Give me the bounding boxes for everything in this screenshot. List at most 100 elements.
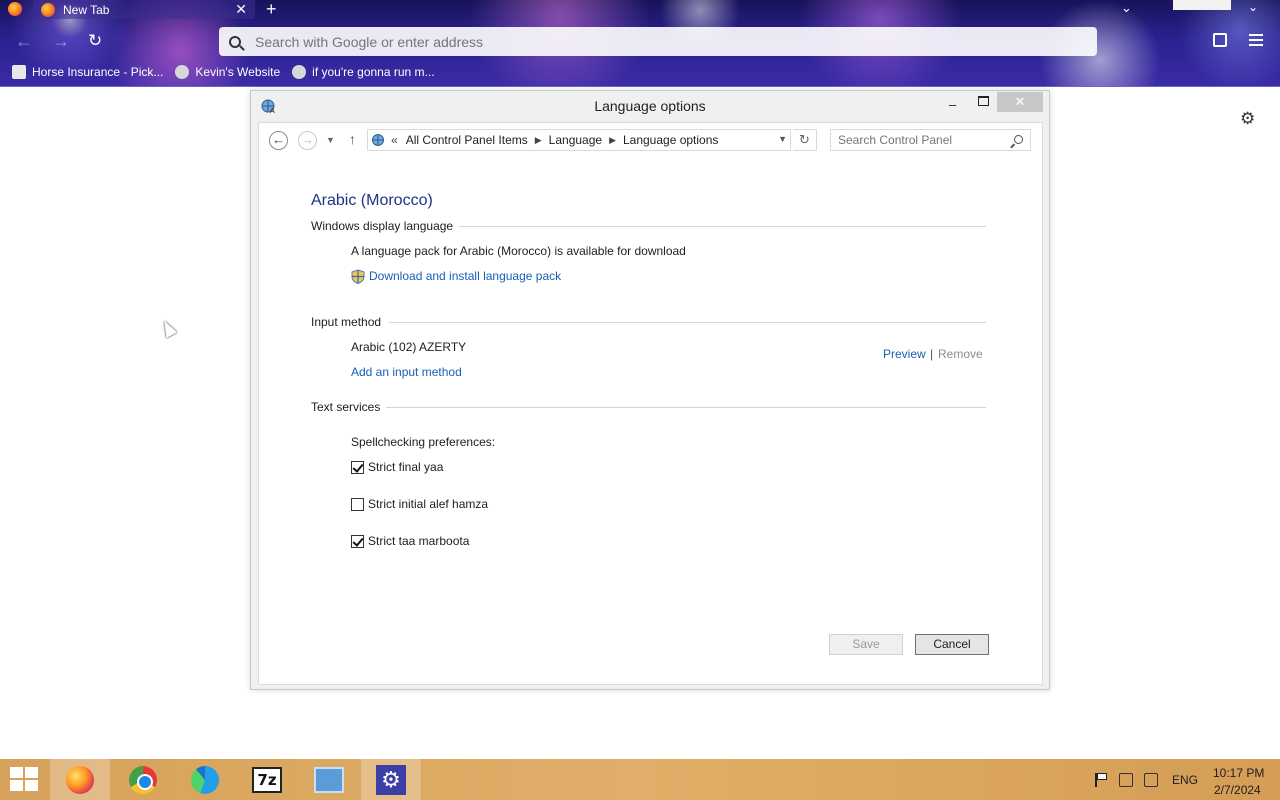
window-title: Language options <box>594 98 706 114</box>
section-divider <box>389 322 986 323</box>
close-tab-icon[interactable]: ✕ <box>235 1 247 18</box>
section-divider <box>459 226 986 227</box>
maximize-button[interactable] <box>978 96 989 106</box>
search-control-panel[interactable] <box>830 129 1031 151</box>
breadcrumb-separator-icon[interactable]: ▶ <box>609 135 616 146</box>
language-pack-message: A language pack for Arabic (Morocco) is … <box>351 244 686 258</box>
mouse-cursor-icon <box>158 318 178 338</box>
checkbox-box[interactable] <box>351 497 364 511</box>
browser-toolbar: New Tab ✕ + ⌄ ⌄ ← → ↻ Horse Insurance - … <box>0 0 1280 87</box>
checkbox-box[interactable] <box>351 460 364 474</box>
input-language-indicator[interactable]: ENG <box>1172 773 1198 787</box>
explorer-nav-row: ← → ▼ ↑ « All Control Panel Items ▶ Lang… <box>259 123 1042 155</box>
section-label-input-method: Input method <box>311 315 388 329</box>
breadcrumb-all-control-panel-items[interactable]: All Control Panel Items <box>406 133 528 147</box>
search-control-panel-input[interactable] <box>838 133 1008 147</box>
clock-date[interactable]: 2/7/2024 <box>1214 783 1261 797</box>
save-button[interactable]: Save <box>829 634 903 655</box>
extensions-icon[interactable] <box>1213 33 1227 47</box>
firefox-logo-icon[interactable] <box>8 2 22 16</box>
up-arrow-icon[interactable]: ↑ <box>349 131 356 147</box>
breadcrumb-language[interactable]: Language <box>549 133 602 147</box>
bookmark-favicon-icon <box>12 65 26 79</box>
link-separator: | <box>930 347 934 361</box>
chrome-icon <box>129 765 157 794</box>
checkbox-strict-taa-marboota[interactable]: Strict taa marboota <box>351 534 469 548</box>
network-icon[interactable] <box>1119 773 1133 787</box>
gear-icon[interactable]: ⚙ <box>1240 109 1255 129</box>
search-icon[interactable] <box>1014 135 1023 144</box>
bookmark-item[interactable]: Horse Insurance - Pick... <box>12 65 163 79</box>
new-tab-button[interactable]: + <box>266 0 277 20</box>
back-arrow-icon[interactable]: ← <box>15 31 33 52</box>
address-bar[interactable]: « All Control Panel Items ▶ Language ▶ L… <box>367 129 791 151</box>
gear-icon: ⚙ <box>376 764 406 795</box>
checkbox-label: Strict initial alef hamza <box>368 497 489 511</box>
checkbox-label: Strict taa marboota <box>368 534 470 548</box>
bookmark-label: if you're gonna run m... <box>312 65 435 79</box>
address-dropdown-chevron-icon[interactable]: ▼ <box>778 134 787 144</box>
globe-icon <box>175 65 190 79</box>
taskbar-chrome[interactable] <box>113 759 173 800</box>
control-panel-icon <box>314 766 344 793</box>
minimize-button[interactable]: – <box>949 97 956 112</box>
uac-shield-icon <box>351 269 365 284</box>
firefox-icon <box>66 765 94 794</box>
taskbar: 7z ⚙ ENG 10:17 PM 2/7/2024 <box>0 759 1280 800</box>
add-input-method-link[interactable]: Add an input method <box>351 365 462 379</box>
cancel-button[interactable]: Cancel <box>915 634 989 655</box>
download-language-pack-link[interactable]: Download and install language pack <box>369 269 561 283</box>
url-bar[interactable] <box>219 27 1097 56</box>
recent-locations-chevron-icon[interactable]: ▼ <box>326 135 335 145</box>
preview-link[interactable]: Preview <box>883 347 926 361</box>
close-window-button[interactable]: ✕ <box>997 92 1043 112</box>
checkbox-strict-initial-alef-hamza[interactable]: Strict initial alef hamza <box>351 497 488 511</box>
bookmark-label: Horse Insurance - Pick... <box>32 65 164 79</box>
taskbar-edge[interactable] <box>175 759 235 800</box>
firefox-favicon-icon <box>41 2 55 17</box>
spellcheck-label: Spellchecking preferences: <box>351 435 496 449</box>
browser-restore-button[interactable] <box>1173 0 1231 10</box>
forward-button[interactable]: → <box>298 131 317 150</box>
breadcrumb-language-options[interactable]: Language options <box>623 133 718 147</box>
tab-strip: New Tab ✕ + ⌄ ⌄ <box>0 0 1280 20</box>
checkbox-strict-final-yaa[interactable]: Strict final yaa <box>351 460 443 474</box>
refresh-icon[interactable]: ↻ <box>793 129 817 151</box>
clock-time[interactable]: 10:17 PM <box>1213 766 1264 780</box>
language-heading: Arabic (Morocco) <box>311 192 433 209</box>
bookmark-item[interactable]: if you're gonna run m... <box>292 65 435 79</box>
section-divider <box>385 407 986 408</box>
hamburger-menu-icon[interactable] <box>1249 34 1263 49</box>
windows-start-icon[interactable] <box>10 767 38 792</box>
bookmark-item[interactable]: Kevin's Website <box>175 65 280 79</box>
input-method-name: Arabic (102) AZERTY <box>351 340 467 354</box>
window-content: ← → ▼ ↑ « All Control Panel Items ▶ Lang… <box>258 122 1043 685</box>
7zip-icon: 7z <box>252 766 282 793</box>
checkbox-label: Strict final yaa <box>368 460 444 474</box>
bookmark-label: Kevin's Website <box>195 65 281 79</box>
edge-icon <box>191 765 219 794</box>
breadcrumb-overflow[interactable]: « <box>391 133 398 147</box>
section-label-text-services: Text services <box>311 400 387 414</box>
remove-link[interactable]: Remove <box>938 347 983 361</box>
browser-close-icon[interactable]: ⌄ <box>1248 0 1268 14</box>
section-label-display-language: Windows display language <box>311 219 460 233</box>
taskbar-control-panel[interactable] <box>299 759 359 800</box>
back-button[interactable]: ← <box>269 131 288 150</box>
tab-new-tab[interactable]: New Tab ✕ <box>33 0 255 19</box>
bookmark-favicon-icon <box>292 65 307 79</box>
forward-arrow-icon[interactable]: → <box>52 31 70 52</box>
reload-icon[interactable]: ↻ <box>88 31 102 51</box>
taskbar-settings[interactable]: ⚙ <box>361 759 421 800</box>
action-center-flag-icon[interactable] <box>1095 773 1109 787</box>
taskbar-firefox[interactable] <box>50 759 110 800</box>
taskbar-7zip[interactable]: 7z <box>237 759 297 800</box>
volume-muted-icon[interactable] <box>1144 773 1158 787</box>
window-titlebar[interactable]: A Language options – ✕ <box>251 91 1049 122</box>
checkbox-box[interactable] <box>351 534 364 548</box>
breadcrumb-separator-icon[interactable]: ▶ <box>535 135 542 146</box>
search-icon <box>229 35 241 48</box>
control-panel-icon <box>372 134 384 146</box>
chevron-down-icon[interactable]: ⌄ <box>1121 0 1132 16</box>
url-input[interactable] <box>255 33 1055 50</box>
